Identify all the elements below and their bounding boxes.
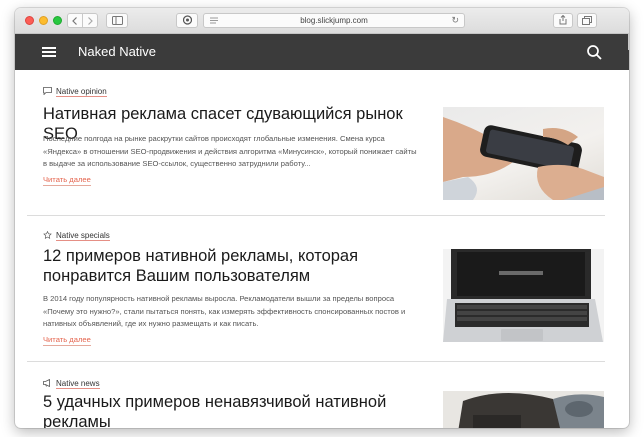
megaphone-icon — [43, 379, 50, 387]
reload-icon[interactable]: ↻ — [451, 15, 459, 26]
article-title-line: 12 примеров нативной рекламы, которая — [43, 247, 359, 265]
back-button[interactable] — [67, 13, 83, 28]
sidebar-icon — [111, 16, 123, 25]
article-title-line: понравится Вашим пользователям — [43, 267, 311, 285]
browser-toolbar: blog.slickjump.com ↻ — [15, 8, 629, 34]
article-excerpt: В 2014 году популярность нативной реклам… — [43, 293, 423, 331]
hands-phone-illustration — [443, 117, 604, 200]
read-more-link[interactable]: Читать далее — [43, 335, 91, 346]
excerpt-line: «Почему это нужно?», стали пытаться поня… — [43, 306, 406, 316]
shield-icon — [182, 15, 192, 25]
article-card: Native specials 12 примеров нативной рек… — [15, 216, 629, 362]
article-excerpt: Последние полгода на рынке раскрутки сай… — [43, 133, 423, 171]
sidebar-toggle-button[interactable] — [106, 13, 128, 28]
star-icon — [43, 231, 52, 239]
laptop-illustration — [443, 249, 604, 342]
browser-window: blog.slickjump.com ↻ Naked Native Native… — [15, 8, 629, 428]
desk-notebook-illustration — [443, 391, 604, 428]
chevron-left-icon — [72, 17, 77, 25]
article-image[interactable] — [443, 107, 604, 200]
article-title[interactable]: 5 удачных примеров ненавязчивой нативной… — [43, 392, 433, 428]
article-category[interactable]: Native specials — [43, 231, 110, 241]
new-tab-button[interactable]: + — [628, 34, 629, 50]
forward-button[interactable] — [82, 13, 98, 28]
category-label: Native opinion — [56, 87, 107, 97]
article-card: Native news 5 удачных примеров ненавязчи… — [15, 362, 629, 428]
tab-overview-button[interactable] — [577, 13, 597, 28]
share-button[interactable] — [553, 13, 573, 28]
article-card: Native opinion Нативная реклама спасет с… — [15, 70, 629, 216]
category-label: Native news — [56, 379, 100, 389]
article-category[interactable]: Native news — [43, 379, 100, 389]
article-image[interactable] — [443, 391, 604, 428]
address-bar[interactable]: blog.slickjump.com ↻ — [203, 13, 465, 28]
article-category[interactable]: Native opinion — [43, 87, 107, 97]
category-label: Native specials — [56, 231, 110, 241]
article-image[interactable] — [443, 249, 604, 342]
site-brand[interactable]: Naked Native — [78, 43, 156, 61]
minimize-window-button[interactable] — [39, 16, 48, 25]
share-icon — [559, 14, 567, 25]
zoom-window-button[interactable] — [53, 16, 62, 25]
article-title-line: 5 удачных примеров ненавязчивой нативной — [43, 393, 387, 411]
url-text: blog.slickjump.com — [300, 16, 368, 25]
excerpt-line: Последние полгода на рынке раскрутки сай… — [43, 134, 385, 143]
chevron-right-icon — [88, 17, 93, 25]
search-icon[interactable] — [587, 45, 602, 60]
tabs-icon — [582, 16, 592, 25]
privacy-report-button[interactable] — [176, 13, 198, 28]
site-header: Naked Native — [15, 34, 629, 70]
close-window-button[interactable] — [25, 16, 34, 25]
read-more-link[interactable]: Читать далее — [43, 175, 91, 186]
excerpt-line: нативных объявлений, где их нужно размещ… — [43, 319, 259, 328]
excerpt-line: в выдаче за использование SEO-ссылок, су… — [43, 159, 311, 168]
article-title-line: рекламы — [43, 413, 111, 428]
excerpt-line: В 2014 году популярность нативной реклам… — [43, 294, 395, 303]
menu-icon[interactable] — [42, 47, 56, 57]
chat-bubble-icon — [43, 87, 52, 95]
excerpt-line: «Яндекса» в отношении SEO-продвижения и … — [43, 146, 417, 156]
article-title[interactable]: 12 примеров нативной рекламы, которая по… — [43, 246, 433, 286]
